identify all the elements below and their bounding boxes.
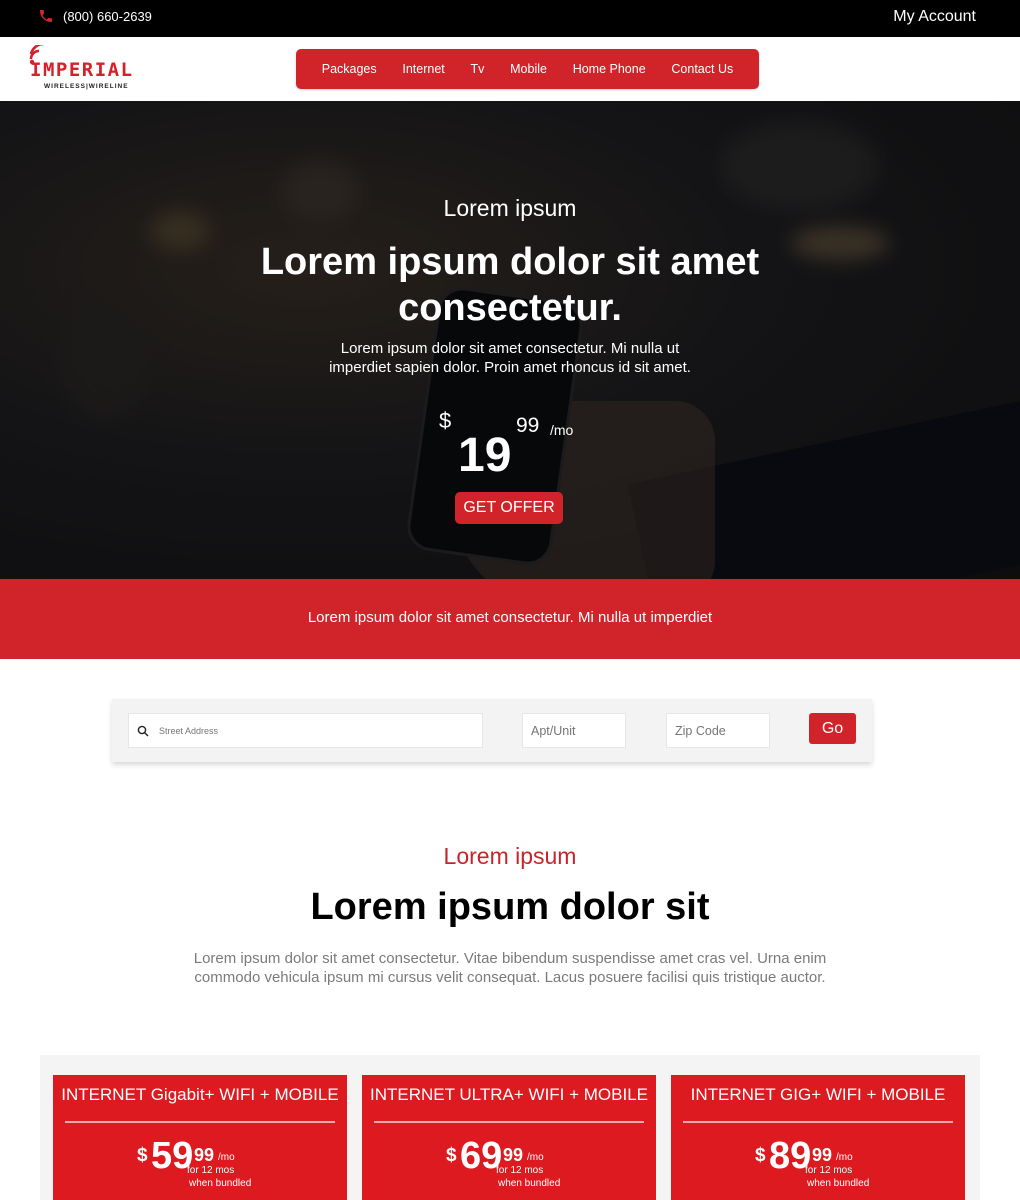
nav-item-internet[interactable]: Internet xyxy=(402,62,444,76)
imperial-logo[interactable]: IMPERIAL WIRELESS|WIRELINE xyxy=(28,45,158,93)
section-eyebrow: Lorem ipsum xyxy=(443,843,577,869)
logo-tagline: WIRELESS|WIRELINE xyxy=(44,83,129,90)
plan-name: INTERNET Gigabit+ WIFI + MOBILE xyxy=(61,1085,339,1104)
address-search-form: Go xyxy=(112,699,872,762)
hero-description-line: imperdiet sapien dolor. Proin amet rhonc… xyxy=(329,359,691,376)
nav-item-tv[interactable]: Tv xyxy=(471,62,485,76)
promo-banner: Lorem ipsum dolor sit amet consectetur. … xyxy=(0,579,1020,659)
hero-description: Lorem ipsum dolor sit amet consectetur. … xyxy=(0,339,1020,377)
plan-price-currency: $ xyxy=(755,1145,766,1166)
get-offer-button[interactable]: GET OFFER xyxy=(455,492,563,524)
hero-description-line: Lorem ipsum dolor sit amet consectetur. … xyxy=(340,340,680,357)
plan-term: for 12 mos xyxy=(805,1165,853,1176)
plan-card[interactable]: INTERNET GIG+ WIFI + MOBILE $ 89 99 /mo … xyxy=(671,1075,965,1200)
hero-headline-line: consectetur. xyxy=(398,287,622,329)
price-dollars: 19 xyxy=(458,429,512,482)
plan-divider xyxy=(65,1121,335,1123)
plan-term: for 12 mos xyxy=(187,1165,235,1176)
plan-divider xyxy=(683,1121,953,1123)
nav-item-home-phone[interactable]: Home Phone xyxy=(573,62,646,76)
price-currency: $ xyxy=(439,408,452,433)
plan-card[interactable]: INTERNET ULTRA+ WIFI + MOBILE $ 69 99 /m… xyxy=(362,1075,656,1200)
promo-banner-text: Lorem ipsum dolor sit amet consectetur. … xyxy=(307,609,713,626)
plan-price-period: /mo xyxy=(527,1152,544,1163)
nav-item-mobile[interactable]: Mobile xyxy=(510,62,547,76)
plan-price-cents: 99 xyxy=(503,1145,524,1165)
plan-price-period: /mo xyxy=(836,1152,853,1163)
nav-item-packages[interactable]: Packages xyxy=(322,62,377,76)
phone-number: (800) 660-2639 xyxy=(63,8,152,24)
plan-term: for 12 mos xyxy=(496,1165,544,1176)
hero-price: $ 19 99 /mo xyxy=(439,406,589,486)
top-bar: (800) 660-2639 My Account xyxy=(0,0,1020,37)
plan-name: INTERNET ULTRA+ WIFI + MOBILE xyxy=(369,1085,649,1104)
go-button[interactable]: Go xyxy=(809,713,856,744)
plan-price-cents: 99 xyxy=(194,1145,215,1165)
hero-headline: Lorem ipsum dolor sit amet consectetur. xyxy=(0,239,1020,331)
nav-item-contact-us[interactable]: Contact Us xyxy=(671,62,733,76)
logo-brand-text: IMPERIAL xyxy=(30,59,134,81)
section-description-line: Lorem ipsum dolor sit amet consectetur. … xyxy=(193,950,827,967)
main-nav: Packages Internet Tv Mobile Home Phone C… xyxy=(296,49,759,89)
plan-price-currency: $ xyxy=(137,1145,148,1166)
plan-price-period: /mo xyxy=(218,1152,235,1163)
section-description-line: commodo vehicula ipsum mi cursus velit c… xyxy=(194,969,826,986)
apt-unit-input[interactable] xyxy=(523,714,625,747)
phone-icon xyxy=(40,10,52,22)
hero-eyebrow: Lorem ipsum xyxy=(443,195,577,221)
street-address-input[interactable] xyxy=(129,714,482,747)
zip-code-input[interactable] xyxy=(667,714,769,747)
price-cents: 99 xyxy=(516,414,540,437)
zip-code-field xyxy=(666,713,770,748)
section-title: Lorem ipsum dolor sit xyxy=(310,886,710,928)
hero-headline-line: Lorem ipsum dolor sit amet xyxy=(260,241,760,283)
my-account-link[interactable]: My Account xyxy=(893,8,976,26)
hero-section: Lorem ipsum Lorem ipsum dolor sit amet c… xyxy=(0,101,1020,579)
apt-unit-field xyxy=(522,713,626,748)
phone-link[interactable]: (800) 660-2639 xyxy=(38,8,152,24)
plan-note: when bundled xyxy=(189,1178,252,1189)
street-address-field xyxy=(128,713,483,748)
plan-price-cents: 99 xyxy=(812,1145,833,1165)
plan-divider xyxy=(374,1121,644,1123)
section-description: Lorem ipsum dolor sit amet consectetur. … xyxy=(0,949,1020,987)
plan-name: INTERNET GIG+ WIFI + MOBILE xyxy=(690,1085,946,1104)
plan-note: when bundled xyxy=(498,1178,561,1189)
plan-note: when bundled xyxy=(807,1178,870,1189)
site-header: IMPERIAL WIRELESS|WIRELINE Packages Inte… xyxy=(0,37,1020,101)
plan-price-currency: $ xyxy=(446,1145,457,1166)
plan-card[interactable]: INTERNET Gigabit+ WIFI + MOBILE $ 59 99 … xyxy=(53,1075,347,1200)
search-icon xyxy=(137,725,149,737)
price-period: /mo xyxy=(550,422,574,438)
